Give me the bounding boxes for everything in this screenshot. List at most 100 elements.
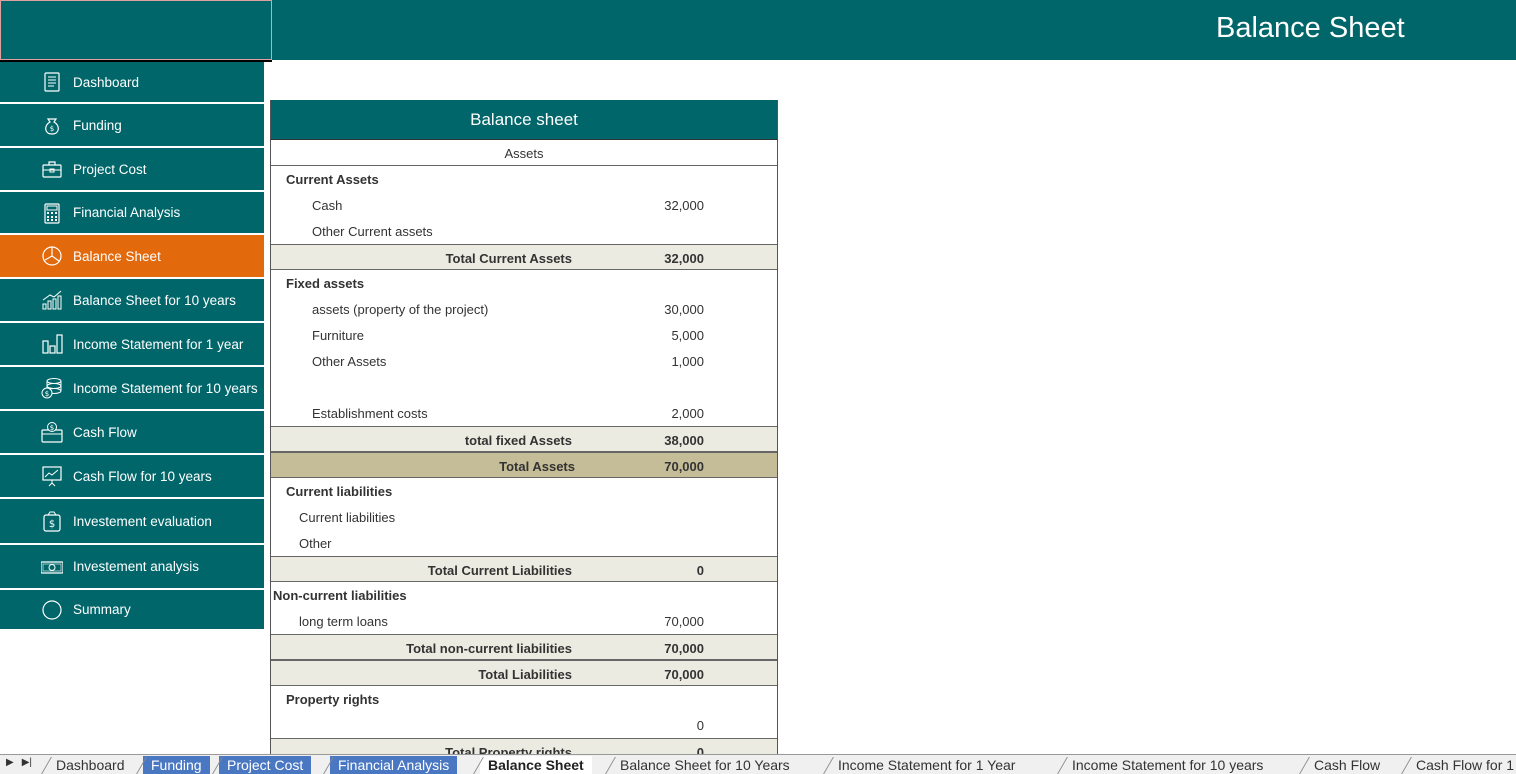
coins-icon: $: [40, 376, 64, 400]
tab-balance-sheet-for-10-years[interactable]: Balance Sheet for 10 Years: [612, 756, 798, 774]
tab-income-statement-for-1-year[interactable]: Income Statement for 1 Year: [830, 756, 1023, 774]
line-item[interactable]: Other: [271, 530, 777, 556]
sidebar-item-balance-sheet[interactable]: Balance Sheet: [0, 235, 264, 279]
sidebar-item-investement-analysis[interactable]: Investement analysis: [0, 545, 264, 590]
row-label: Current liabilities: [286, 484, 393, 499]
sidebar-item-funding[interactable]: $ Funding: [0, 104, 264, 148]
tab-project-cost[interactable]: Project Cost: [219, 756, 312, 774]
total-row[interactable]: Total non-current liabilities 70,000: [271, 634, 777, 660]
sidebar-item-financial-analysis[interactable]: Financial Analysis: [0, 192, 264, 235]
sheet-title: Balance sheet: [271, 100, 777, 140]
blank-row[interactable]: [271, 374, 777, 400]
row-value: 70,000: [664, 614, 704, 629]
sheet-tab-bar: ▶ ▶| Dashboard Funding Project Cost Financi…: [0, 754, 1516, 774]
row-value: 0: [696, 718, 704, 733]
name-box-cell[interactable]: [0, 0, 272, 60]
line-item[interactable]: Other Current assets: [271, 218, 777, 244]
assets-label: Assets: [504, 146, 544, 161]
svg-text:$: $: [50, 424, 54, 432]
sidebar-item-label: Funding: [73, 117, 122, 133]
sidebar-item-dashboard[interactable]: Dashboard: [0, 62, 264, 104]
row-value: 0: [696, 745, 704, 754]
line-item[interactable]: assets (property of the project) 30,000: [271, 296, 777, 322]
total-row[interactable]: Total Current Liabilities 0: [271, 556, 777, 582]
workbook-window: Balance Sheet Dashboard $ Funding Project C…: [0, 0, 1516, 774]
assets-header: Assets: [271, 140, 777, 166]
growth-chart-icon: [40, 288, 64, 312]
sidebar-item-cash-flow-for-10-years[interactable]: Cash Flow for 10 years: [0, 455, 264, 499]
total-row[interactable]: Total Property rights 0: [271, 738, 777, 754]
line-item[interactable]: Current liabilities: [271, 504, 777, 530]
row-value: 32,000: [664, 251, 704, 266]
total-row[interactable]: Total Current Assets 32,000: [271, 244, 777, 270]
tab-cash-flow-for-1[interactable]: Cash Flow for 1: [1408, 756, 1516, 774]
money-bag-icon: $: [40, 113, 64, 137]
line-item[interactable]: Other Assets 1,000: [271, 348, 777, 374]
sidebar-item-label: Investement evaluation: [73, 513, 212, 529]
row-value: 38,000: [664, 433, 704, 448]
svg-text:$: $: [49, 519, 55, 530]
row-label: Total non-current liabilities: [406, 641, 572, 656]
section-header[interactable]: Current liabilities: [271, 478, 777, 504]
scroll-last-icon[interactable]: ▶|: [22, 757, 32, 768]
row-label: Current liabilities: [299, 510, 396, 525]
total-row[interactable]: total fixed Assets 38,000: [271, 426, 777, 452]
row-label: Total Property rights: [445, 745, 572, 754]
sidebar-item-summary[interactable]: Summary: [0, 590, 264, 631]
calculator-icon: [40, 201, 64, 225]
sidebar-item-investement-evaluation[interactable]: $ Investement evaluation: [0, 499, 264, 545]
bar-chart-icon: [40, 332, 64, 356]
tab-scroll-arrows[interactable]: ▶ ▶|: [6, 757, 42, 768]
sidebar-item-label: Summary: [73, 602, 131, 617]
circle-icon: [40, 598, 64, 622]
row-label: Property rights: [286, 692, 380, 707]
sidebar-item-label: Balance Sheet: [73, 248, 161, 264]
sidebar-item-cash-flow[interactable]: $ Cash Flow: [0, 411, 264, 455]
tab-balance-sheet[interactable]: Balance Sheet: [480, 756, 592, 774]
section-header[interactable]: Property rights: [271, 686, 777, 712]
row-label: Total Liabilities: [478, 667, 572, 682]
total-row[interactable]: Total Liabilities 70,000: [271, 660, 777, 686]
sidebar-item-project-cost[interactable]: Project Cost: [0, 148, 264, 192]
presentation-icon: [40, 464, 64, 488]
row-label: Cash: [312, 198, 343, 213]
wallet-icon: $: [40, 420, 64, 444]
section-header[interactable]: Current Assets: [271, 166, 777, 192]
sidebar-item-income-statement-for-10-years[interactable]: $ Income Statement for 10 years: [0, 367, 264, 411]
scroll-right-icon[interactable]: ▶: [6, 757, 14, 768]
row-label: Total Current Liabilities: [427, 563, 572, 578]
sidebar-item-label: Income Statement for 1 year: [73, 336, 244, 352]
line-item[interactable]: Furniture 5,000: [271, 322, 777, 348]
sidebar-item-label: Balance Sheet for 10 years: [73, 292, 236, 308]
row-label: Other: [299, 536, 332, 551]
pie-chart-icon: [40, 244, 64, 268]
row-label: Current Assets: [286, 172, 379, 187]
tab-cash-flow[interactable]: Cash Flow: [1306, 756, 1388, 774]
dollar-bag-icon: $: [40, 509, 64, 533]
row-label: long term loans: [299, 614, 388, 629]
balance-sheet-table: Balance sheet Assets Current Assets Cash 3…: [270, 100, 778, 754]
line-item[interactable]: Establishment costs 2,000: [271, 400, 777, 426]
tab-income-statement-for-10-years[interactable]: Income Statement for 10 years: [1064, 756, 1271, 774]
title-banner: Balance Sheet: [272, 0, 1516, 60]
row-value: 5,000: [671, 328, 704, 343]
row-value: 30,000: [664, 302, 704, 317]
sidebar-item-label: Cash Flow for 10 years: [73, 468, 212, 484]
sidebar-item-label: Dashboard: [73, 74, 140, 90]
line-item[interactable]: long term loans 70,000: [271, 608, 777, 634]
section-header[interactable]: Non-current liabilities: [271, 582, 777, 608]
row-label: Establishment costs: [312, 406, 428, 421]
dashboard-icon: [40, 70, 64, 94]
grand-total-row[interactable]: Total Assets 70,000: [271, 452, 777, 478]
row-value: 32,000: [664, 198, 704, 213]
row-label: Total Current Assets: [445, 251, 572, 266]
tab-dashboard[interactable]: Dashboard: [48, 756, 133, 774]
tab-funding[interactable]: Funding: [143, 756, 210, 774]
svg-text:$: $: [50, 125, 54, 133]
sidebar-item-income-statement-for-1-year[interactable]: Income Statement for 1 year: [0, 323, 264, 367]
line-item[interactable]: 0: [271, 712, 777, 738]
tab-financial-analysis[interactable]: Financial Analysis: [330, 756, 458, 774]
line-item[interactable]: Cash 32,000: [271, 192, 777, 218]
section-header[interactable]: Fixed assets: [271, 270, 777, 296]
sidebar-item-balance-sheet-for-10-years[interactable]: Balance Sheet for 10 years: [0, 279, 264, 323]
